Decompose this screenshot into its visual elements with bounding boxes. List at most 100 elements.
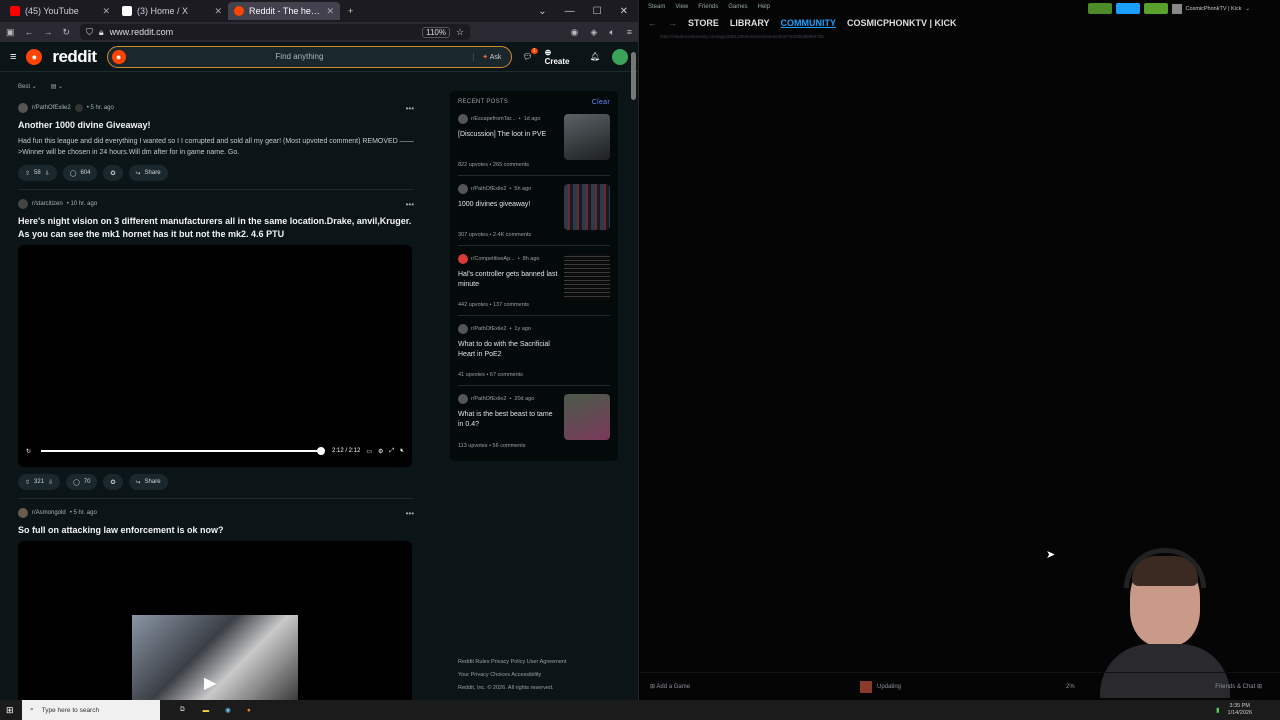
- hamburger-menu-icon[interactable]: ≡: [10, 51, 16, 63]
- recent-post-title[interactable]: What is the best beast to tame in 0.4?: [458, 410, 558, 430]
- post-thumbnail[interactable]: [564, 184, 610, 230]
- nav-library[interactable]: LIBRARY: [730, 18, 770, 28]
- captions-icon[interactable]: ▭: [366, 448, 372, 455]
- back-icon[interactable]: ←: [25, 27, 34, 37]
- vote-buttons[interactable]: ⇧ 321 ⇩: [18, 474, 61, 490]
- footer-line[interactable]: Reddit Rules Privacy Policy User Agreeme…: [458, 656, 618, 669]
- announce-icon[interactable]: [1115, 3, 1140, 14]
- post-title[interactable]: So full on attacking law enforcement is …: [18, 524, 414, 537]
- tab-x[interactable]: (3) Home / X ✕: [116, 2, 228, 20]
- tab-youtube[interactable]: (45) YouTube ✕: [4, 2, 116, 20]
- steam-username[interactable]: CosmicPhonkTV | Kick: [1186, 6, 1242, 12]
- video-player[interactable]: ▶: [18, 541, 412, 700]
- close-icon[interactable]: ✕: [102, 6, 110, 17]
- menu-friends[interactable]: Friends: [698, 4, 718, 10]
- recent-post-title[interactable]: What to do with the Sacrificial Heart in…: [458, 340, 558, 360]
- menu-games[interactable]: Games: [728, 4, 747, 10]
- subreddit-name[interactable]: r/Asmongold: [32, 510, 66, 516]
- recent-post-item[interactable]: r/PathOfExile2 • 1y ago What to do with th…: [458, 316, 610, 386]
- menu-help[interactable]: Help: [758, 4, 770, 10]
- avatar[interactable]: [1171, 3, 1182, 14]
- overflow-menu-icon[interactable]: •••: [406, 104, 414, 113]
- reload-icon[interactable]: ↻: [63, 27, 71, 38]
- footer-line[interactable]: Your Privacy Choices Accessibility: [458, 669, 618, 682]
- file-explorer-icon[interactable]: ▬: [203, 707, 210, 714]
- back-icon[interactable]: ←: [648, 18, 657, 28]
- recent-post-title[interactable]: [Discussion] The loot in PVE: [458, 130, 558, 140]
- post-title[interactable]: Here's night vision on 3 different manuf…: [18, 215, 414, 241]
- menu-steam[interactable]: Steam: [648, 4, 665, 10]
- comments-button[interactable]: ◯ 604: [62, 165, 98, 181]
- video-thumbnail[interactable]: ▶: [132, 615, 298, 700]
- avatar[interactable]: [612, 48, 628, 65]
- downvote-icon[interactable]: ⇩: [45, 170, 50, 177]
- post-thumbnail[interactable]: [564, 254, 610, 300]
- comments-button[interactable]: ◯ 70: [66, 474, 98, 490]
- recent-post-item[interactable]: r/PathOfExile2 • 5h ago 1000 divines givea…: [458, 176, 610, 246]
- chat-icon[interactable]: 💬︎ 1: [522, 48, 538, 61]
- share-button[interactable]: ↪ Share: [128, 165, 168, 181]
- post-card[interactable]: r/starcitizen • 10 hr. ago ••• Here's ni…: [0, 198, 432, 490]
- nav-community[interactable]: COMMUNITY: [781, 18, 837, 28]
- upvote-icon[interactable]: ⇧: [25, 479, 30, 486]
- menu-view[interactable]: View: [675, 4, 688, 10]
- tab-reddit[interactable]: Reddit - The heart of the internet ✕: [228, 2, 340, 20]
- ask-button[interactable]: ✦ Ask: [473, 52, 501, 61]
- zoom-indicator[interactable]: 110%: [422, 26, 450, 38]
- add-game-button[interactable]: ⊞ Add a Game: [650, 683, 690, 690]
- search-input[interactable]: ● Find anything ✦ Ask: [106, 45, 513, 68]
- award-button[interactable]: ✪: [103, 474, 123, 490]
- bell-icon[interactable]: 🔔︎: [590, 52, 600, 61]
- windows-start-icon[interactable]: ⊞: [6, 705, 14, 716]
- minimize-icon[interactable]: —: [565, 6, 575, 17]
- recent-post-title[interactable]: Hal's controller gets banned last minute: [458, 270, 558, 290]
- network-icon[interactable]: ▮: [1216, 706, 1220, 714]
- shield-icon[interactable]: ◈: [590, 27, 597, 38]
- chevron-down-icon[interactable]: ⌄: [538, 6, 546, 17]
- recent-post-item[interactable]: r/EscapefromTar... • 1d ago [Discussion] T…: [458, 106, 610, 176]
- maximize-icon[interactable]: ☐: [593, 6, 602, 17]
- nav-store[interactable]: STORE: [688, 18, 719, 28]
- friends-icon[interactable]: [1087, 3, 1112, 14]
- recent-post-item[interactable]: r/CompetitiveAp... • 8h ago Hal's controll…: [458, 246, 610, 316]
- extension-icon[interactable]: ◉: [571, 27, 579, 38]
- video-player[interactable]: ↻ 2:12 / 2:12 ▭ ⚙ ⤢ 🔇︎: [18, 245, 412, 467]
- sort-dropdown[interactable]: Best ⌄: [18, 83, 37, 90]
- vote-buttons[interactable]: ⇧ 58 ⇩: [18, 165, 57, 181]
- share-button[interactable]: ↪ Share: [128, 474, 168, 490]
- friends-chat-button[interactable]: Friends & Chat ⊞: [1215, 683, 1262, 690]
- post-thumbnail[interactable]: [564, 394, 610, 440]
- scrollbar[interactable]: [631, 52, 636, 100]
- notification-icon[interactable]: [1143, 3, 1168, 14]
- upvote-icon[interactable]: ⇧: [25, 170, 30, 177]
- overflow-menu-icon[interactable]: •••: [406, 200, 414, 209]
- downvote-icon[interactable]: ⇩: [48, 479, 53, 486]
- bookmark-star-icon[interactable]: ☆: [456, 27, 464, 38]
- close-icon[interactable]: ✕: [620, 6, 628, 17]
- speaker-icon[interactable]: 🔈︎: [609, 27, 614, 38]
- reddit-logo-text[interactable]: reddit: [52, 47, 97, 67]
- chevron-down-icon[interactable]: ⌄: [1245, 6, 1250, 12]
- task-view-icon[interactable]: ⧉: [180, 706, 185, 714]
- fullscreen-icon[interactable]: ⤢: [389, 448, 394, 455]
- award-button[interactable]: ✪: [103, 165, 123, 181]
- address-bar[interactable]: ⛉ 🔒︎ www.reddit.com 110% ☆: [80, 24, 471, 40]
- post-card[interactable]: r/PathOfExile2 • 5 hr. ago ••• Another 1…: [0, 102, 432, 181]
- steam-taskbar-icon[interactable]: ◉: [225, 706, 231, 714]
- mute-icon[interactable]: 🔇︎: [400, 448, 404, 455]
- recent-post-item[interactable]: r/PathOfExile2 • 20d ago What is the best …: [458, 386, 610, 456]
- taskbar-clock[interactable]: 3:35 PM 1/14/2026: [1228, 703, 1280, 717]
- close-icon[interactable]: ✕: [326, 6, 334, 17]
- close-icon[interactable]: ✕: [214, 6, 222, 17]
- replay-icon[interactable]: ↻: [26, 448, 31, 455]
- new-tab-button[interactable]: +: [340, 6, 361, 16]
- nav-profile[interactable]: COSMICPHONKTV | KICK: [847, 18, 957, 28]
- subreddit-name[interactable]: r/PathOfExile2: [32, 105, 71, 111]
- forward-icon[interactable]: →: [668, 18, 677, 28]
- clear-button[interactable]: Clear: [592, 99, 610, 106]
- recent-post-title[interactable]: 1000 divines giveaway!: [458, 200, 558, 210]
- post-title[interactable]: Another 1000 divine Giveaway!: [18, 119, 414, 132]
- download-status[interactable]: Updating 2%: [860, 681, 1075, 693]
- progress-knob[interactable]: [316, 447, 325, 455]
- sidebar-icon[interactable]: ▣: [6, 27, 15, 38]
